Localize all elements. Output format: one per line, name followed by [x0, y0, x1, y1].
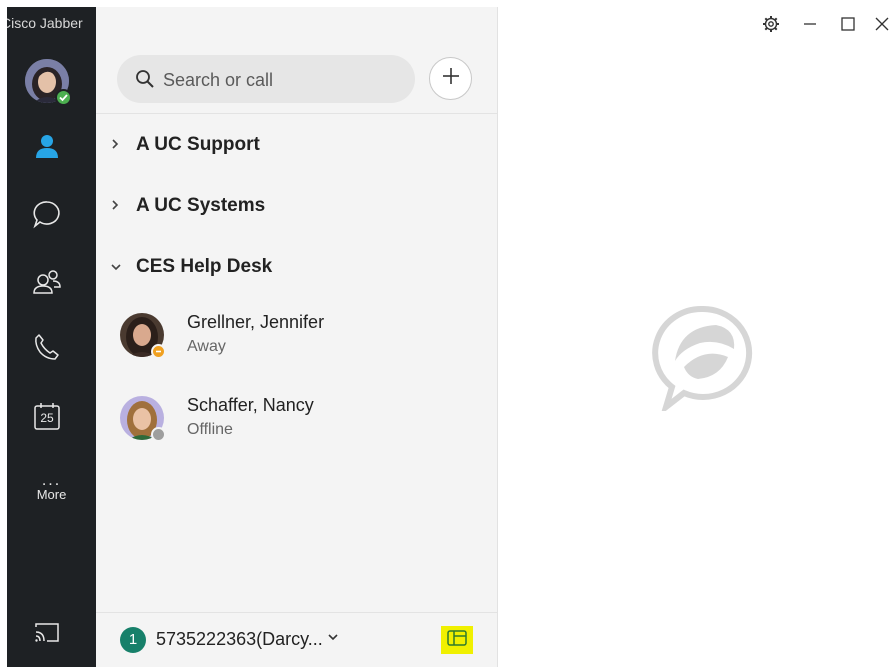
my-presence-badge — [55, 89, 72, 106]
layout-toggle-button[interactable] — [441, 626, 473, 654]
maximize-button[interactable] — [838, 16, 858, 36]
panel-layout-icon — [447, 629, 467, 651]
chevron-down-icon — [110, 259, 128, 276]
calendar-day: 25 — [40, 411, 54, 425]
rail-more-button[interactable]: ... More — [7, 472, 96, 503]
plus-icon — [442, 67, 460, 90]
minimize-icon — [803, 17, 817, 36]
rail-contacts-button[interactable] — [27, 128, 67, 168]
rail-calendar-button[interactable]: 25 — [27, 396, 67, 436]
close-icon — [875, 17, 889, 36]
group-label: A UC Systems — [136, 195, 266, 216]
divider — [96, 113, 497, 114]
rail-phone-button[interactable] — [27, 329, 67, 369]
rail-cast-button[interactable] — [27, 615, 67, 655]
chat-icon — [32, 199, 62, 234]
chevron-down-icon[interactable] — [327, 629, 339, 645]
contact-row[interactable]: Grellner, Jennifer Away — [120, 312, 480, 369]
group-a-uc-systems[interactable]: A UC Systems — [110, 191, 265, 221]
contact-name: Grellner, Jennifer — [187, 312, 325, 332]
more-dots-icon: ... — [41, 472, 62, 489]
settings-button[interactable] — [761, 15, 781, 38]
calendar-icon: 25 — [33, 401, 61, 431]
cast-icon — [33, 621, 61, 650]
minimize-button[interactable] — [800, 16, 820, 36]
phone-line-selector[interactable]: 5735222363(Darcy... — [156, 629, 323, 650]
presence-offline-badge — [151, 427, 166, 442]
contact-row[interactable]: Schaffer, Nancy Offline — [120, 395, 480, 452]
maximize-icon — [841, 16, 855, 36]
group-label: CES Help Desk — [136, 256, 273, 277]
footer-bar: 1 5735222363(Darcy... — [96, 612, 497, 668]
phone-icon — [32, 332, 62, 367]
contact-name: Schaffer, Nancy — [187, 395, 314, 415]
rail-chat-button[interactable] — [27, 196, 67, 236]
app-title: Cisco Jabber — [7, 15, 83, 31]
group-a-uc-support[interactable]: A UC Support — [110, 130, 260, 160]
chevron-right-icon — [110, 137, 128, 154]
voicemail-count-badge[interactable]: 1 — [120, 627, 146, 653]
close-button[interactable] — [872, 16, 892, 36]
search-box[interactable] — [117, 55, 415, 103]
more-label: More — [36, 487, 67, 502]
jabber-logo-watermark — [650, 303, 754, 416]
contacts-icon — [34, 133, 60, 164]
rail-meetings-button[interactable] — [27, 264, 67, 304]
meetings-people-icon — [32, 267, 62, 302]
add-button[interactable] — [429, 57, 472, 100]
contact-status: Offline — [187, 421, 233, 438]
chevron-right-icon — [110, 198, 128, 215]
contact-status: Away — [187, 338, 226, 355]
presence-away-badge — [151, 344, 166, 359]
gear-icon — [762, 15, 780, 38]
left-rail: Cisco Jabber 25 ... More — [7, 7, 96, 667]
search-input[interactable] — [161, 65, 405, 95]
group-ces-help-desk[interactable]: CES Help Desk — [110, 252, 272, 282]
contacts-panel: A UC Support A UC Systems CES Help Desk … — [96, 7, 498, 667]
group-label: A UC Support — [136, 134, 260, 155]
search-icon — [135, 69, 155, 94]
